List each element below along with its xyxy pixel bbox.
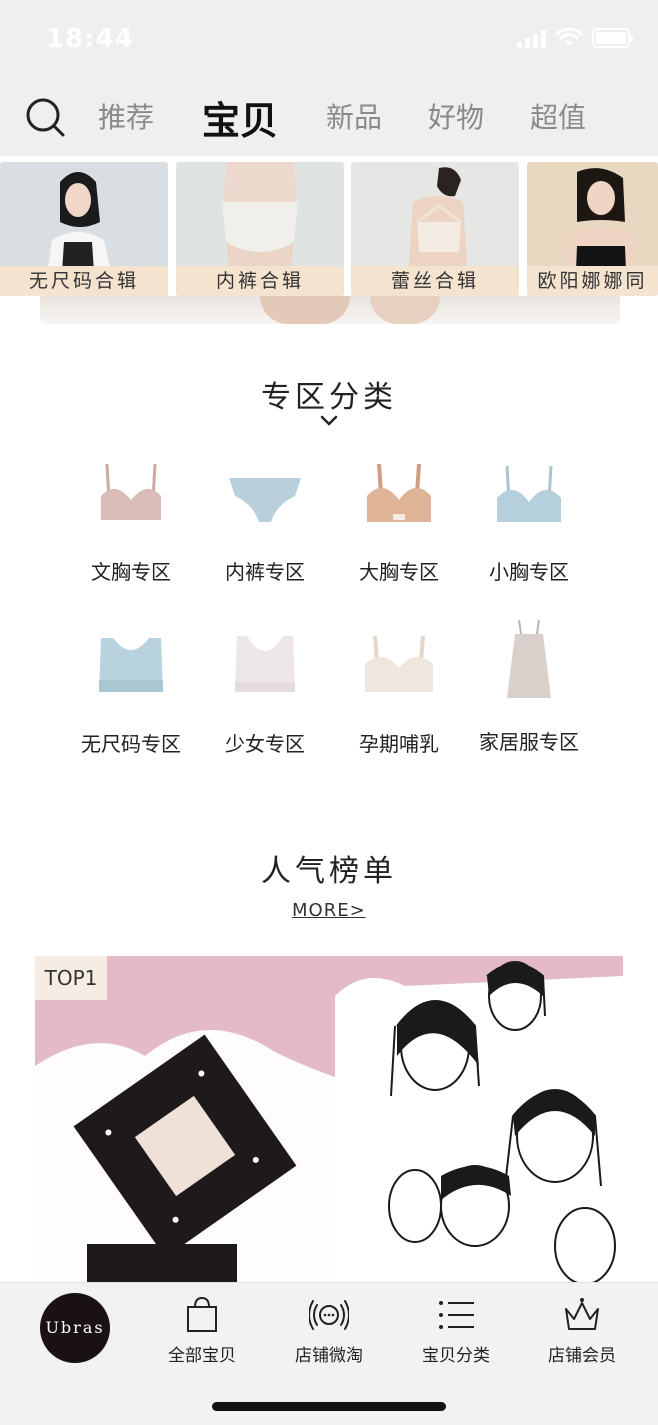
collection-card[interactable]: 内裤合辑 <box>176 162 344 296</box>
bralette-icon <box>235 636 295 692</box>
bra-icon <box>101 463 161 520</box>
section-title-popular: 人气榜单 <box>261 854 397 889</box>
tab-good-items[interactable]: 好物 <box>428 96 484 136</box>
top-nav: 推荐 宝贝 新品 好物 超值 <box>0 80 658 156</box>
category-label: 文胸专区 <box>91 560 171 584</box>
category-label: 孕期哺乳 <box>359 732 439 756</box>
bralette-icon <box>99 638 163 692</box>
bra-icon <box>497 465 561 522</box>
collection-label: 蕾丝合辑 <box>351 266 519 296</box>
collection-card[interactable]: 无尺码合辑 <box>0 162 168 296</box>
category-label: 大胸专区 <box>359 560 439 584</box>
wifi-icon <box>556 28 582 46</box>
category-loungewear[interactable]: 家居服专区 <box>464 618 594 768</box>
bra-icon <box>367 463 431 522</box>
top1-artwork <box>35 961 623 1286</box>
shopping-bag-icon <box>187 1296 217 1332</box>
bottom-tab-label: 宝贝分类 <box>422 1346 490 1366</box>
status-time: 18:44 <box>46 24 134 54</box>
top1-badge: TOP1 <box>35 956 107 1000</box>
collection-label: 欧阳娜娜同 <box>527 266 658 296</box>
crown-icon <box>565 1298 599 1330</box>
bottom-tab-label: 店铺会员 <box>548 1346 616 1366</box>
category-maternity[interactable]: 孕期哺乳 <box>334 632 464 782</box>
top1-banner[interactable]: TOP1 <box>35 956 623 1286</box>
category-large-bust[interactable]: 大胸专区 <box>334 460 464 610</box>
broadcast-chat-icon <box>309 1300 349 1330</box>
slip-dress-icon <box>507 619 551 698</box>
category-label: 少女专区 <box>225 732 305 756</box>
tab-new[interactable]: 新品 <box>326 96 382 136</box>
status-icons <box>517 28 633 48</box>
bottom-tab-label: 全部宝贝 <box>168 1346 236 1366</box>
bottom-tab-membership[interactable]: 店铺会员 <box>527 1295 637 1375</box>
collection-card[interactable]: 蕾丝合辑 <box>351 162 519 296</box>
category-label: 小胸专区 <box>489 560 569 584</box>
tab-value[interactable]: 超值 <box>530 96 586 136</box>
panties-icon <box>229 478 301 522</box>
category-bra[interactable]: 文胸专区 <box>66 460 196 610</box>
bra-icon <box>365 635 433 692</box>
home-indicator <box>212 1402 446 1411</box>
tab-products[interactable]: 宝贝 <box>202 90 278 145</box>
bottom-tab-categories[interactable]: 宝贝分类 <box>401 1295 511 1375</box>
list-icon <box>439 1301 474 1329</box>
bottom-tab-store-feed[interactable]: 店铺微淘 <box>274 1295 384 1375</box>
bottom-tab-all-products[interactable]: 全部宝贝 <box>147 1295 257 1375</box>
collections-strip: 无尺码合辑 内裤合辑 蕾丝合辑 欧阳娜娜同 <box>0 162 658 298</box>
category-label: 家居服专区 <box>479 730 579 754</box>
category-one-size[interactable]: 无尺码专区 <box>66 632 196 782</box>
search-icon[interactable] <box>22 94 68 140</box>
status-bar: 18:44 <box>0 0 658 80</box>
chevron-down-icon <box>320 415 338 426</box>
collection-card[interactable]: 欧阳娜娜同 <box>527 162 658 296</box>
banner-preview[interactable] <box>40 296 620 324</box>
signal-icon <box>517 28 546 48</box>
store-logo[interactable]: Ubras <box>40 1293 110 1363</box>
category-label: 无尺码专区 <box>81 732 181 756</box>
category-small-bust[interactable]: 小胸专区 <box>464 460 594 610</box>
more-link[interactable]: MORE> <box>292 900 366 921</box>
battery-icon <box>592 28 633 48</box>
category-panties[interactable]: 内裤专区 <box>200 460 330 610</box>
collection-label: 内裤合辑 <box>176 266 344 296</box>
tab-recommend[interactable]: 推荐 <box>98 96 154 136</box>
bottom-tab-label: 店铺微淘 <box>295 1346 363 1366</box>
category-teen[interactable]: 少女专区 <box>200 632 330 782</box>
category-label: 内裤专区 <box>225 560 305 584</box>
section-title-categories: 专区分类 <box>261 380 397 415</box>
collection-label: 无尺码合辑 <box>0 266 168 296</box>
